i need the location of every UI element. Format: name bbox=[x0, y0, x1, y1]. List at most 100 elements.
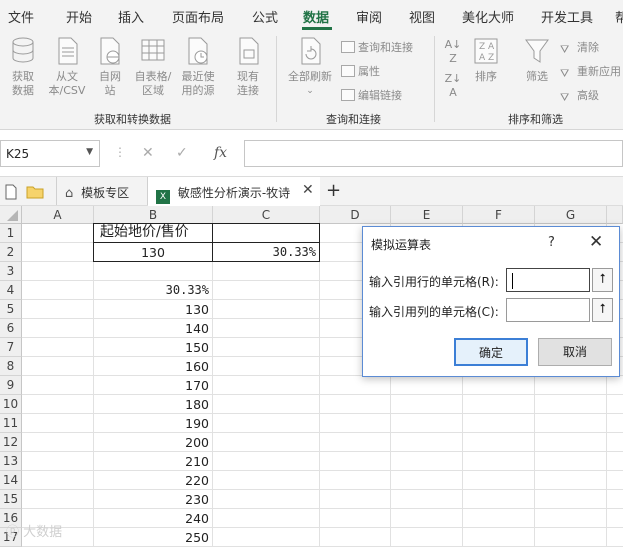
row-header[interactable]: 11 bbox=[0, 414, 22, 433]
column-header-d[interactable]: D bbox=[320, 206, 391, 224]
cell-b6[interactable]: 140 bbox=[94, 319, 212, 338]
name-box[interactable]: K25 ▼ bbox=[0, 140, 100, 167]
folder-icon[interactable] bbox=[26, 177, 44, 205]
row-input-collapse-button[interactable]: ⭡ bbox=[592, 268, 613, 292]
refresh-all-button[interactable]: 全部刷新 ⌄ bbox=[284, 36, 336, 98]
tab-beautify-master[interactable]: 美化大师 bbox=[462, 7, 514, 26]
column-header-g[interactable]: G bbox=[535, 206, 607, 224]
sort-asc-button[interactable]: A↓ Z bbox=[440, 38, 466, 66]
row-header[interactable]: 14 bbox=[0, 471, 22, 490]
row-header[interactable]: 5 bbox=[0, 300, 22, 319]
tab-data[interactable]: 数据 bbox=[303, 7, 329, 26]
cell-b1[interactable]: 起始地价/售价 bbox=[100, 223, 212, 242]
cell-b2[interactable]: 130 bbox=[94, 243, 212, 262]
row-header[interactable]: 12 bbox=[0, 433, 22, 452]
from-web-label: 自网站 bbox=[99, 70, 121, 97]
edit-links-button[interactable]: 编辑链接 bbox=[341, 87, 402, 103]
tab-page-layout[interactable]: 页面布局 bbox=[172, 7, 224, 26]
recent-sources-button[interactable]: 最近使用的源 bbox=[176, 36, 220, 98]
filter-button[interactable]: 筛选 bbox=[520, 36, 554, 84]
col-input-cell-field[interactable] bbox=[506, 298, 590, 322]
row-header[interactable]: 13 bbox=[0, 452, 22, 471]
add-tab-icon[interactable]: + bbox=[326, 177, 341, 205]
more-options-icon[interactable]: ⋮ bbox=[114, 145, 126, 159]
database-icon bbox=[12, 37, 34, 63]
column-header-h[interactable] bbox=[607, 206, 623, 224]
cell-b8[interactable]: 160 bbox=[94, 357, 212, 376]
row-header[interactable]: 3 bbox=[0, 262, 22, 281]
tab-view[interactable]: 视图 bbox=[409, 7, 435, 26]
tab-developer[interactable]: 开发工具 bbox=[541, 7, 593, 26]
confirm-icon[interactable]: ✓ bbox=[176, 145, 188, 161]
cell-c2[interactable]: 30.33% bbox=[213, 243, 319, 262]
column-header-b[interactable]: B bbox=[94, 206, 213, 224]
row-header[interactable]: 1 bbox=[0, 224, 22, 243]
cancel-icon[interactable]: ✕ bbox=[142, 145, 154, 161]
column-header-a[interactable]: A bbox=[22, 206, 94, 224]
cell-b16[interactable]: 240 bbox=[94, 509, 212, 528]
tab-template-zone[interactable]: ⌂ 模板专区 bbox=[56, 177, 148, 205]
cell-b7[interactable]: 150 bbox=[94, 338, 212, 357]
clear-button[interactable]: ⛛ 清除 bbox=[560, 39, 599, 56]
row-header[interactable]: 15 bbox=[0, 490, 22, 509]
close-tab-icon[interactable]: ✕ bbox=[302, 182, 314, 198]
chevron-down-icon[interactable]: ▼ bbox=[86, 147, 93, 157]
tab-formulas[interactable]: 公式 bbox=[252, 7, 278, 26]
cancel-button[interactable]: 取消 bbox=[538, 338, 612, 366]
cell-b17[interactable]: 250 bbox=[94, 528, 212, 547]
row-header[interactable]: 10 bbox=[0, 395, 22, 414]
cell-b13[interactable]: 210 bbox=[94, 452, 212, 471]
home-icon: ⌂ bbox=[65, 186, 74, 201]
sort-za-icon: Z↓ A bbox=[444, 72, 462, 99]
cell-b14[interactable]: 220 bbox=[94, 471, 212, 490]
new-document-icon[interactable] bbox=[4, 177, 18, 205]
from-text-csv-button[interactable]: 从文本/CSV bbox=[44, 36, 90, 98]
sort-icon: Z A A Z bbox=[474, 38, 498, 64]
get-data-button[interactable]: 获取数据 bbox=[2, 36, 44, 98]
row-header[interactable]: 4 bbox=[0, 281, 22, 300]
tab-insert[interactable]: 插入 bbox=[118, 7, 144, 26]
column-header-e[interactable]: E bbox=[391, 206, 463, 224]
cell-b15[interactable]: 230 bbox=[94, 490, 212, 509]
help-icon[interactable]: ? bbox=[548, 235, 555, 250]
formula-input[interactable] bbox=[244, 140, 623, 167]
advanced-button[interactable]: ⛛ 高级 bbox=[560, 87, 599, 104]
data-table-dialog: 模拟运算表 ? ✕ 输入引用行的单元格(R): ⭡ 输入引用列的单元格(C): … bbox=[362, 226, 620, 377]
text-caret bbox=[512, 273, 513, 289]
cell-b10[interactable]: 180 bbox=[94, 395, 212, 414]
tab-sensitivity-workbook[interactable]: X 敏感性分析演示-牧诗 ✕ bbox=[148, 177, 320, 206]
ok-button[interactable]: 确定 bbox=[454, 338, 528, 366]
row-header[interactable]: 6 bbox=[0, 319, 22, 338]
queries-connections-button[interactable]: 查询和连接 bbox=[341, 39, 413, 55]
row-input-cell-field[interactable] bbox=[506, 268, 590, 292]
workbook-tabs: ⌂ 模板专区 X 敏感性分析演示-牧诗 ✕ + bbox=[0, 176, 623, 206]
reapply-button[interactable]: ⛛ 重新应用 bbox=[560, 63, 621, 80]
cell-b4[interactable]: 30.33% bbox=[94, 281, 212, 300]
tab-home[interactable]: 开始 bbox=[66, 7, 92, 26]
row-header[interactable]: 2 bbox=[0, 243, 22, 262]
select-all-button[interactable] bbox=[0, 206, 22, 224]
row-header[interactable]: 9 bbox=[0, 376, 22, 395]
sort-desc-button[interactable]: Z↓ A bbox=[440, 72, 466, 100]
cell-b12[interactable]: 200 bbox=[94, 433, 212, 452]
tab-file[interactable]: 文件 bbox=[8, 7, 34, 26]
tab-review[interactable]: 审阅 bbox=[356, 7, 382, 26]
close-icon[interactable]: ✕ bbox=[589, 232, 603, 252]
sort-button[interactable]: Z A A Z 排序 bbox=[470, 36, 502, 84]
column-header-f[interactable]: F bbox=[463, 206, 535, 224]
existing-connections-button[interactable]: 现有连接 bbox=[228, 36, 268, 98]
from-web-button[interactable]: 自网站 bbox=[92, 36, 128, 98]
refresh-icon bbox=[301, 37, 321, 65]
row-header[interactable]: 7 bbox=[0, 338, 22, 357]
tab-overflow[interactable]: 帮 bbox=[615, 7, 623, 26]
from-table-button[interactable]: 自表格/区域 bbox=[130, 36, 176, 98]
row-header[interactable]: 8 bbox=[0, 357, 22, 376]
column-header-c[interactable]: C bbox=[213, 206, 320, 224]
properties-button[interactable]: 属性 bbox=[341, 63, 380, 79]
cell-b5[interactable]: 130 bbox=[94, 300, 212, 319]
ribbon-separator bbox=[434, 36, 435, 122]
col-input-collapse-button[interactable]: ⭡ bbox=[592, 298, 613, 322]
cell-b9[interactable]: 170 bbox=[94, 376, 212, 395]
insert-function-icon[interactable]: fx bbox=[214, 145, 227, 161]
cell-b11[interactable]: 190 bbox=[94, 414, 212, 433]
